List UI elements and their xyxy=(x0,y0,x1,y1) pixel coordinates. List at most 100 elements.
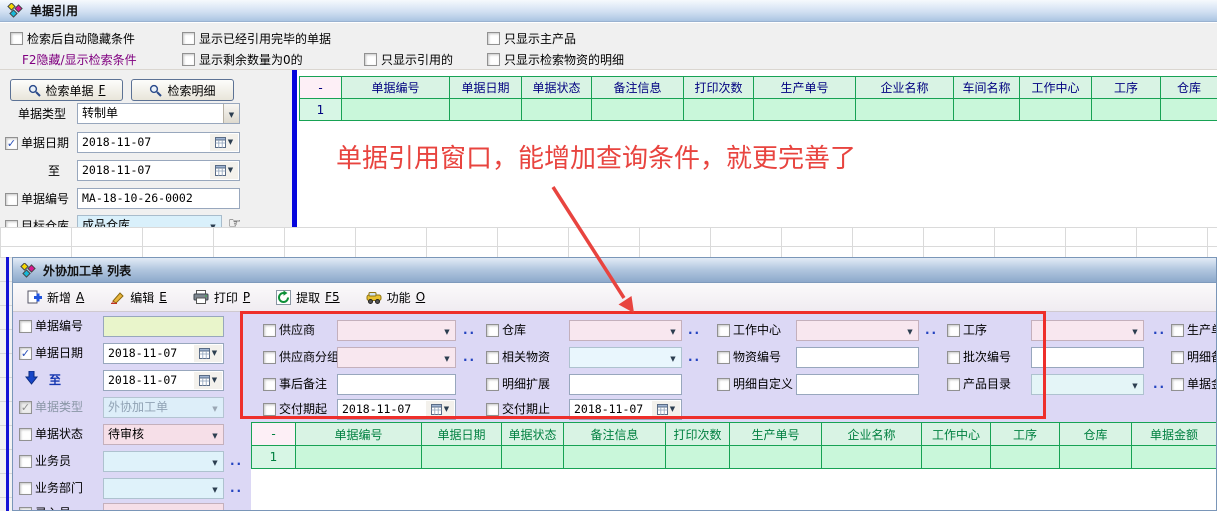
table-cell[interactable] xyxy=(422,446,502,469)
checkbox-process[interactable] xyxy=(947,324,960,337)
table-cell[interactable] xyxy=(1132,446,1217,469)
table-cell[interactable] xyxy=(1020,99,1092,121)
department-combo[interactable] xyxy=(103,478,224,499)
column-header[interactable]: 生产单号 xyxy=(730,423,822,446)
table-cell[interactable] xyxy=(1092,99,1161,121)
column-header[interactable]: 单据状态 xyxy=(522,77,592,99)
table-cell[interactable] xyxy=(502,446,564,469)
browse-dots-button[interactable]: .. xyxy=(463,350,476,364)
browse-dots-button[interactable]: .. xyxy=(1153,377,1166,391)
doc-status-combo[interactable]: 待审核 xyxy=(103,424,224,445)
edit-button[interactable]: 编辑E xyxy=(110,289,167,306)
browse-dots-button[interactable]: .. xyxy=(463,323,476,337)
checkbox-related-material[interactable] xyxy=(486,351,499,364)
table-cell[interactable] xyxy=(954,99,1020,121)
product-catalog-combo[interactable] xyxy=(1031,374,1144,395)
browse-dots-button[interactable]: .. xyxy=(1153,323,1166,337)
checkbox-entry-clerk[interactable] xyxy=(19,507,32,511)
checkbox-supplier-group[interactable] xyxy=(263,351,276,364)
checkbox-doc-status[interactable] xyxy=(19,428,32,441)
doc-type-combo[interactable]: 转制单 xyxy=(77,103,240,124)
work-center-combo[interactable] xyxy=(796,320,919,341)
entry-clerk-combo[interactable] xyxy=(103,503,224,511)
browse-dots-button[interactable]: .. xyxy=(230,454,243,468)
checkbox-salesman[interactable] xyxy=(19,455,32,468)
related-material-combo[interactable] xyxy=(569,347,682,368)
column-header[interactable]: 单据编号 xyxy=(296,423,422,446)
table-cell[interactable] xyxy=(684,99,754,121)
calendar-icon[interactable] xyxy=(210,134,238,151)
process-combo[interactable] xyxy=(1031,320,1144,341)
function-button[interactable]: 功能O xyxy=(366,289,425,306)
checkbox-doc-no[interactable] xyxy=(5,193,18,206)
column-header[interactable]: 仓库 xyxy=(1161,77,1217,99)
checkbox-auto-hide-conditions[interactable] xyxy=(10,32,23,45)
table-cell[interactable] xyxy=(991,446,1060,469)
batch-no-input[interactable] xyxy=(1031,347,1144,368)
table-cell[interactable] xyxy=(822,446,922,469)
delivery-from-field[interactable]: 2018-11-07 xyxy=(337,399,456,420)
column-header[interactable]: 单据状态 xyxy=(502,423,564,446)
detail-custom-input[interactable] xyxy=(796,374,919,395)
column-header[interactable]: 企业名称 xyxy=(856,77,954,99)
table-cell[interactable] xyxy=(666,446,730,469)
checkbox-delivery-from[interactable] xyxy=(263,403,276,416)
table-cell[interactable] xyxy=(342,99,450,121)
browse-dots-button[interactable]: .. xyxy=(688,350,701,364)
column-header[interactable]: 单据日期 xyxy=(450,77,522,99)
checkbox-doc-date[interactable] xyxy=(19,347,32,360)
browse-dots-button[interactable]: .. xyxy=(925,323,938,337)
column-header[interactable]: 单据编号 xyxy=(342,77,450,99)
bottom-window-titlebar[interactable]: 外协加工单 列表 xyxy=(13,258,1216,283)
supplier-combo[interactable] xyxy=(337,320,456,341)
browse-dots-button[interactable]: .. xyxy=(230,481,243,495)
print-button[interactable]: 打印P xyxy=(193,289,250,306)
checkbox-doc-no[interactable] xyxy=(19,320,32,333)
calendar-icon[interactable] xyxy=(194,345,222,362)
column-header[interactable]: - xyxy=(252,423,296,446)
table-cell[interactable] xyxy=(564,446,666,469)
delivery-to-field[interactable]: 2018-11-07 xyxy=(569,399,682,420)
table-cell[interactable] xyxy=(592,99,684,121)
column-header[interactable]: 打印次数 xyxy=(666,423,730,446)
checkbox-work-center[interactable] xyxy=(717,324,730,337)
column-header[interactable]: 生产单号 xyxy=(754,77,856,99)
row-number[interactable]: 1 xyxy=(300,99,342,121)
salesman-combo[interactable] xyxy=(103,451,224,472)
checkbox-detail-remark[interactable] xyxy=(1171,351,1184,364)
column-header[interactable]: 工作中心 xyxy=(1020,77,1092,99)
column-header[interactable]: 备注信息 xyxy=(592,77,684,99)
supplier-group-combo[interactable] xyxy=(337,347,456,368)
top-window-titlebar[interactable]: 单据引用 xyxy=(0,0,1217,22)
column-header[interactable]: 工作中心 xyxy=(922,423,991,446)
checkbox-product-catalog[interactable] xyxy=(947,378,960,391)
date-to-field[interactable]: 2018-11-07 xyxy=(77,160,240,181)
material-no-input[interactable] xyxy=(796,347,919,368)
search-documents-button[interactable]: 检索单据 F xyxy=(10,79,123,101)
checkbox-doc-amount[interactable] xyxy=(1171,378,1184,391)
date-to-field[interactable]: 2018-11-07 xyxy=(103,370,224,391)
table-cell[interactable] xyxy=(450,99,522,121)
column-header[interactable]: - xyxy=(300,77,342,99)
checkbox-doc-date[interactable] xyxy=(5,137,18,150)
column-header[interactable]: 工序 xyxy=(1092,77,1161,99)
table-cell[interactable] xyxy=(856,99,954,121)
calendar-icon[interactable] xyxy=(426,401,454,418)
column-header[interactable]: 仓库 xyxy=(1060,423,1132,446)
checkbox-show-fully-referenced[interactable] xyxy=(182,32,195,45)
doc-no-input[interactable] xyxy=(103,316,224,337)
column-header[interactable]: 单据日期 xyxy=(422,423,502,446)
column-header[interactable]: 备注信息 xyxy=(564,423,666,446)
warehouse-combo[interactable] xyxy=(569,320,682,341)
browse-dots-button[interactable]: .. xyxy=(688,323,701,337)
checkbox-show-referenced-only[interactable] xyxy=(364,53,377,66)
checkbox-material-no[interactable] xyxy=(717,351,730,364)
post-remark-input[interactable] xyxy=(337,374,456,395)
table-cell[interactable] xyxy=(730,446,822,469)
column-header[interactable]: 企业名称 xyxy=(822,423,922,446)
checkbox-post-remark[interactable] xyxy=(263,378,276,391)
search-details-button[interactable]: 检索明细 xyxy=(131,79,234,101)
calendar-icon[interactable] xyxy=(652,401,680,418)
checkbox-detail-extend[interactable] xyxy=(486,378,499,391)
calendar-icon[interactable] xyxy=(210,162,238,179)
